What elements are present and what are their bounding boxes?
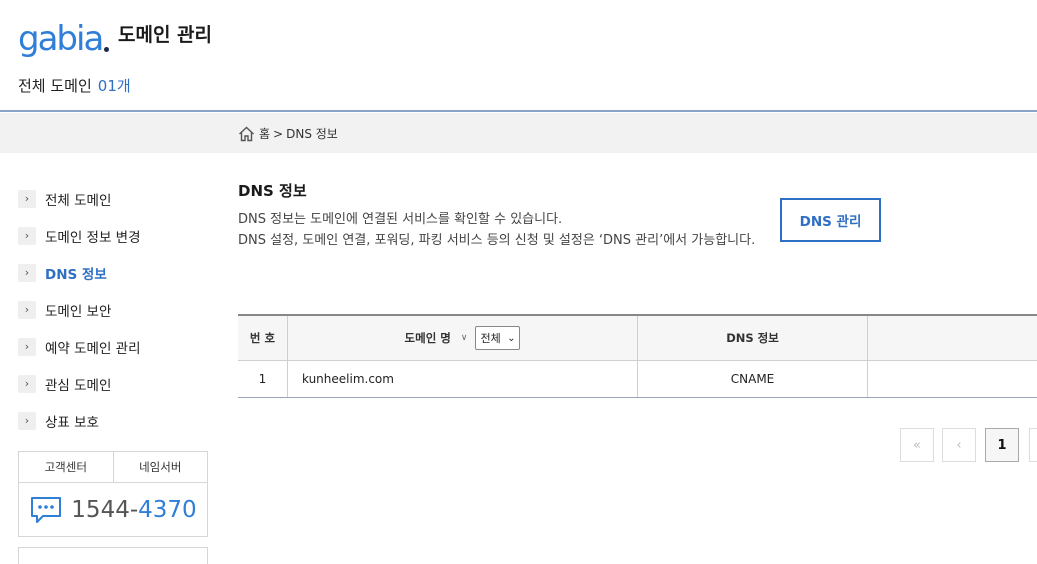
sidebar-item-all-domains[interactable]: › 전체 도메인 xyxy=(18,180,208,217)
breadcrumb-home[interactable]: 홈 xyxy=(259,125,270,142)
sidebar-item-dns-info[interactable]: › DNS 정보 xyxy=(18,254,208,291)
chevron-left-icon: ‹ xyxy=(956,437,962,453)
row-domain[interactable]: kunheelim.com xyxy=(302,372,394,386)
domain-count-value: 01개 xyxy=(97,77,131,95)
sidebar-item-label: 도메인 정보 변경 xyxy=(45,229,141,246)
chevron-right-icon: › xyxy=(18,411,36,430)
tab-customer-center[interactable]: 고객센터 xyxy=(19,452,113,482)
section-title: DNS 정보 xyxy=(238,182,307,200)
breadcrumb-current: DNS 정보 xyxy=(286,127,338,141)
row-domain-cell: kunheelim.com xyxy=(288,361,638,397)
table-row[interactable]: 1 kunheelim.com CNAME xyxy=(238,361,1037,398)
table-header: 번 호 도메인 명 ∨ 전체 ⌄ DNS 정보 xyxy=(238,316,1037,361)
home-icon[interactable] xyxy=(238,126,255,142)
section-description: DNS 정보는 도메인에 연결된 서비스를 확인할 수 있습니다. DNS 설정… xyxy=(238,209,755,251)
sidebar-item-label: 관심 도메인 xyxy=(45,377,112,394)
row-dns-cell: CNAME xyxy=(638,361,868,397)
header-num-cell: 번 호 xyxy=(238,316,288,360)
page-title: 도메인 관리 xyxy=(118,24,213,46)
customer-support-box: 고객센터 네임서버 1544- 4370 xyxy=(18,451,208,537)
chevron-right-icon: › xyxy=(18,189,36,208)
logo-text: gabia xyxy=(18,19,104,59)
header-num: 번 호 xyxy=(249,331,276,345)
sidebar-item-label: 전체 도메인 xyxy=(45,192,112,209)
tab-nameserver[interactable]: 네임서버 xyxy=(112,452,208,482)
chat-bubble-icon xyxy=(31,497,62,523)
domain-count-label: 전체 도메인 xyxy=(18,77,92,95)
support-phone: 1544- 4370 xyxy=(19,483,207,537)
domain-filter-select[interactable]: 전체 ⌄ xyxy=(475,326,521,350)
dns-manage-button[interactable]: DNS 관리 xyxy=(780,198,881,242)
sidebar-item-watch-domains[interactable]: › 관심 도메인 xyxy=(18,365,208,402)
row-num: 1 xyxy=(258,372,267,386)
chevron-down-icon: ⌄ xyxy=(507,332,516,344)
phone-prefix: 1544- xyxy=(71,497,139,523)
description-line-2: DNS 설정, 도메인 연결, 포워딩, 파킹 서비스 등의 신청 및 설정은 … xyxy=(238,233,756,248)
row-dns: CNAME xyxy=(730,372,775,386)
header-empty-cell xyxy=(868,316,1037,360)
chevron-right-icon: › xyxy=(18,337,36,356)
pagination-next-partial[interactable] xyxy=(1029,428,1037,462)
chevron-right-icon: › xyxy=(18,374,36,393)
header-dns-cell: DNS 정보 xyxy=(638,316,868,360)
domain-dns-table: 번 호 도메인 명 ∨ 전체 ⌄ DNS 정보 1 kunheelim.com … xyxy=(238,314,1037,398)
header-domain: 도메인 명 xyxy=(404,331,451,345)
header-domain-cell: 도메인 명 ∨ 전체 ⌄ xyxy=(288,316,638,360)
sidebar-item-trademark-protection[interactable]: › 상표 보호 xyxy=(18,402,208,439)
phone-suffix: 4370 xyxy=(138,497,197,523)
chevron-right-icon: › xyxy=(18,300,36,319)
chevron-right-icon: › xyxy=(18,263,36,282)
domain-count: 전체 도메인 01개 xyxy=(18,75,131,96)
support-tabs: 고객센터 네임서버 xyxy=(19,452,207,483)
breadcrumb-separator: > xyxy=(273,126,284,141)
sidebar-item-domain-info-change[interactable]: › 도메인 정보 변경 xyxy=(18,217,208,254)
pagination-first-button[interactable]: « xyxy=(900,428,934,462)
pagination-prev-button[interactable]: ‹ xyxy=(942,428,976,462)
row-num-cell: 1 xyxy=(238,361,288,397)
header-dns: DNS 정보 xyxy=(726,331,779,345)
breadcrumb-bar: 홈 > DNS 정보 xyxy=(0,113,1037,153)
sidebar-item-label: 도메인 보안 xyxy=(45,303,112,320)
double-chevron-left-icon: « xyxy=(913,437,921,453)
sidebar-nav: › 전체 도메인 › 도메인 정보 변경 › DNS 정보 › 도메인 보안 ›… xyxy=(18,180,208,439)
logo-dot xyxy=(104,47,110,52)
breadcrumb: 홈 > DNS 정보 xyxy=(238,125,338,142)
sort-chevron-icon[interactable]: ∨ xyxy=(461,333,468,343)
chevron-right-icon: › xyxy=(18,226,36,245)
secondary-support-box xyxy=(18,547,208,564)
row-empty-cell xyxy=(868,361,1037,397)
pagination-page-1[interactable]: 1 xyxy=(985,428,1019,462)
sidebar-item-reserved-domains[interactable]: › 예약 도메인 관리 xyxy=(18,328,208,365)
gabia-logo[interactable]: gabia xyxy=(18,18,110,59)
filter-selected-value: 전체 xyxy=(480,332,501,345)
sidebar-item-label: 상표 보호 xyxy=(45,414,99,431)
sidebar-item-label: 예약 도메인 관리 xyxy=(45,340,141,357)
page-number: 1 xyxy=(997,437,1007,453)
description-line-1: DNS 정보는 도메인에 연결된 서비스를 확인할 수 있습니다. xyxy=(238,212,563,227)
sidebar-item-label: DNS 정보 xyxy=(45,266,107,283)
page-header: gabia 도메인 관리 전체 도메인 01개 xyxy=(0,0,1037,112)
sidebar-item-domain-security[interactable]: › 도메인 보안 xyxy=(18,291,208,328)
